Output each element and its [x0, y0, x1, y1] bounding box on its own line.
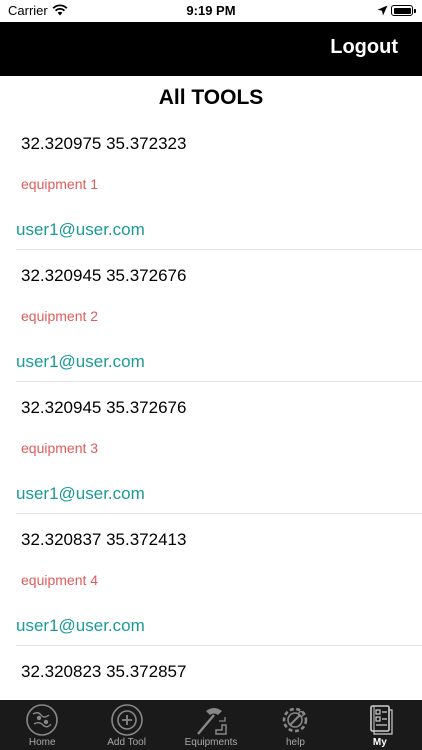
tool-coordinates: 32.320837 35.372413 — [21, 530, 187, 549]
tab-home[interactable]: Home — [0, 700, 84, 750]
navigation-bar: Logout — [0, 22, 422, 76]
tab-equipments[interactable]: Equipments — [169, 700, 253, 750]
list-item[interactable]: 32.320945 35.372676 equipment 2 user1@us… — [16, 250, 422, 382]
tab-my[interactable]: My — [338, 700, 422, 750]
tool-user-email: user1@user.com — [16, 352, 145, 371]
tab-help[interactable]: help — [253, 700, 337, 750]
tool-coordinates: 32.320975 35.372323 — [21, 134, 187, 153]
list-item[interactable]: 32.320975 35.372323 equipment 1 user1@us… — [16, 118, 422, 250]
help-gear-icon — [283, 707, 308, 733]
logout-button[interactable]: Logout — [330, 36, 398, 59]
list-item[interactable]: 32.320837 35.372413 equipment 4 user1@us… — [16, 514, 422, 646]
home-map-icon — [26, 704, 59, 736]
status-bar: Carrier 9:19 PM — [0, 0, 422, 22]
tool-coordinates: 32.320945 35.372676 — [21, 398, 187, 417]
tab-home-label: Home — [28, 737, 56, 748]
tool-user-email: user1@user.com — [16, 616, 145, 635]
tool-equipment-name: equipment 4 — [21, 572, 99, 588]
equipments-icon — [197, 708, 227, 735]
list-item[interactable]: 32.320945 35.372676 equipment 3 user1@us… — [16, 382, 422, 514]
tab-add-tool[interactable]: Add Tool — [84, 700, 168, 750]
tool-coordinates: 32.320945 35.372676 — [21, 266, 187, 285]
add-tool-icon — [110, 704, 143, 736]
tool-equipment-name: equipment 1 — [21, 176, 99, 192]
my-list-icon — [370, 705, 393, 735]
tab-my-label: My — [372, 737, 387, 748]
tool-user-email: user1@user.com — [16, 484, 145, 503]
list-item[interactable]: 32.320823 35.372857 — [16, 646, 422, 700]
tool-equipment-name: equipment 2 — [21, 308, 99, 324]
page-title: All TOOLS — [158, 86, 264, 109]
location-arrow-icon — [377, 5, 388, 16]
tab-bar: Home Add Tool Equipments help My — [0, 700, 422, 750]
battery-icon — [391, 5, 416, 16]
tab-add-tool-label: Add Tool — [107, 737, 146, 748]
tool-user-email: user1@user.com — [16, 220, 145, 239]
tools-list[interactable]: 32.320975 35.372323 equipment 1 user1@us… — [0, 118, 422, 700]
tool-equipment-name: equipment 3 — [21, 440, 99, 456]
tab-equipments-label: Equipments — [184, 737, 238, 748]
clock: 9:19 PM — [186, 3, 236, 18]
tool-coordinates: 32.320823 35.372857 — [21, 662, 187, 681]
tab-help-label: help — [285, 737, 305, 748]
